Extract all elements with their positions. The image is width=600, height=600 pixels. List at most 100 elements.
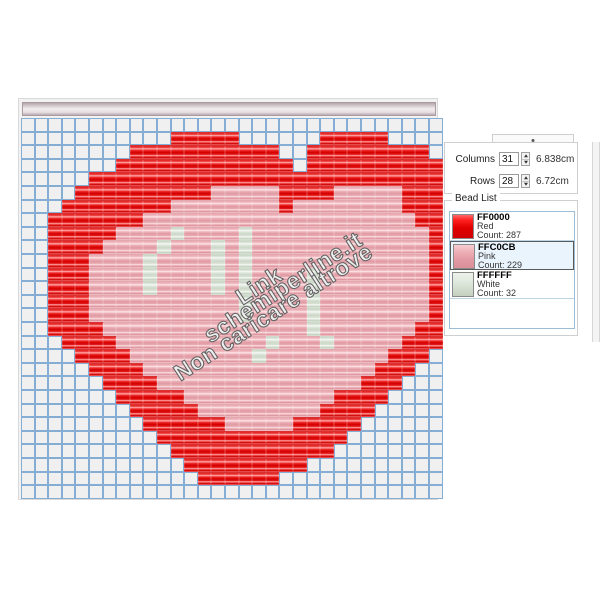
grid-cell-red[interactable] bbox=[225, 430, 239, 445]
grid-cell-empty[interactable] bbox=[225, 118, 239, 132]
grid-cell-red[interactable] bbox=[61, 281, 76, 295]
grid-cell-empty[interactable] bbox=[320, 471, 334, 486]
grid-cell-empty[interactable] bbox=[21, 131, 35, 146]
grid-cell-pink[interactable] bbox=[184, 199, 198, 214]
grid-cell-pink[interactable] bbox=[211, 186, 225, 200]
grid-cell-empty[interactable] bbox=[361, 444, 375, 458]
grid-cell-pink[interactable] bbox=[374, 186, 389, 200]
grid-cell-red[interactable] bbox=[157, 199, 171, 214]
grid-cell-white[interactable] bbox=[211, 254, 225, 268]
grid-cell-pink[interactable] bbox=[238, 362, 253, 377]
grid-cell-pink[interactable] bbox=[225, 376, 239, 390]
grid-cell-white[interactable] bbox=[211, 267, 225, 282]
grid-cell-red[interactable] bbox=[374, 158, 389, 173]
grid-cell-red[interactable] bbox=[48, 254, 62, 268]
grid-cell-pink[interactable] bbox=[143, 226, 157, 241]
grid-cell-pink[interactable] bbox=[347, 199, 361, 214]
grid-cell-red[interactable] bbox=[75, 335, 89, 350]
grid-cell-empty[interactable] bbox=[102, 444, 117, 458]
grid-cell-empty[interactable] bbox=[61, 403, 76, 418]
grid-cell-pink[interactable] bbox=[89, 267, 103, 282]
grid-cell-pink[interactable] bbox=[252, 267, 266, 282]
grid-cell-empty[interactable] bbox=[129, 430, 144, 445]
grid-cell-pink[interactable] bbox=[265, 322, 280, 336]
grid-cell-pink[interactable] bbox=[129, 240, 144, 254]
grid-cell-red[interactable] bbox=[401, 158, 416, 173]
grid-cell-empty[interactable] bbox=[34, 240, 49, 254]
grid-cell-empty[interactable] bbox=[279, 485, 293, 499]
grid-cell-empty[interactable] bbox=[225, 485, 239, 499]
grid-cell-empty[interactable] bbox=[238, 118, 253, 132]
grid-cell-empty[interactable] bbox=[347, 118, 361, 132]
grid-cell-pink[interactable] bbox=[157, 254, 171, 268]
grid-cell-empty[interactable] bbox=[21, 322, 35, 336]
grid-cell-pink[interactable] bbox=[333, 267, 348, 282]
grid-cell-empty[interactable] bbox=[401, 458, 416, 472]
grid-cell-red[interactable] bbox=[265, 158, 280, 173]
grid-cell-empty[interactable] bbox=[129, 485, 144, 499]
grid-cell-red[interactable] bbox=[197, 458, 212, 472]
grid-cell-pink[interactable] bbox=[293, 240, 307, 254]
grid-cell-red[interactable] bbox=[102, 199, 117, 214]
grid-cell-empty[interactable] bbox=[116, 485, 130, 499]
grid-cell-empty[interactable] bbox=[388, 458, 402, 472]
grid-cell-pink[interactable] bbox=[252, 403, 266, 418]
grid-cell-red[interactable] bbox=[320, 417, 334, 431]
grid-cell-empty[interactable] bbox=[238, 485, 253, 499]
grid-cell-red[interactable] bbox=[401, 335, 416, 350]
grid-cell-red[interactable] bbox=[279, 186, 293, 200]
grid-cell-empty[interactable] bbox=[34, 145, 49, 159]
grid-cell-red[interactable] bbox=[48, 213, 62, 227]
grid-cell-pink[interactable] bbox=[333, 376, 348, 390]
grid-cell-pink[interactable] bbox=[401, 226, 416, 241]
grid-cell-red[interactable] bbox=[157, 417, 171, 431]
grid-cell-pink[interactable] bbox=[184, 226, 198, 241]
grid-cell-empty[interactable] bbox=[401, 390, 416, 404]
grid-cell-red[interactable] bbox=[143, 376, 157, 390]
grid-cell-empty[interactable] bbox=[34, 485, 49, 499]
grid-cell-red[interactable] bbox=[415, 158, 429, 173]
grid-cell-pink[interactable] bbox=[347, 322, 361, 336]
grid-cell-empty[interactable] bbox=[61, 158, 76, 173]
grid-cell-empty[interactable] bbox=[48, 403, 62, 418]
grid-cell-pink[interactable] bbox=[279, 362, 293, 377]
grid-cell-empty[interactable] bbox=[347, 471, 361, 486]
grid-cell-empty[interactable] bbox=[401, 485, 416, 499]
grid-cell-red[interactable] bbox=[225, 458, 239, 472]
grid-cell-red[interactable] bbox=[347, 390, 361, 404]
grid-cell-empty[interactable] bbox=[401, 376, 416, 390]
grid-cell-pink[interactable] bbox=[225, 267, 239, 282]
grid-cell-empty[interactable] bbox=[415, 444, 429, 458]
grid-cell-red[interactable] bbox=[129, 172, 144, 186]
grid-cell-empty[interactable] bbox=[75, 145, 89, 159]
grid-cell-white[interactable] bbox=[265, 335, 280, 350]
grid-cell-empty[interactable] bbox=[75, 430, 89, 445]
grid-cell-pink[interactable] bbox=[333, 254, 348, 268]
grid-cell-pink[interactable] bbox=[116, 308, 130, 322]
grid-cell-pink[interactable] bbox=[225, 240, 239, 254]
grid-cell-empty[interactable] bbox=[415, 403, 429, 418]
grid-cell-red[interactable] bbox=[157, 186, 171, 200]
grid-cell-red[interactable] bbox=[102, 213, 117, 227]
grid-cell-empty[interactable] bbox=[75, 118, 89, 132]
grid-cell-pink[interactable] bbox=[225, 349, 239, 363]
grid-cell-red[interactable] bbox=[320, 145, 334, 159]
grid-cell-empty[interactable] bbox=[34, 362, 49, 377]
grid-cell-pink[interactable] bbox=[197, 403, 212, 418]
grid-cell-pink[interactable] bbox=[347, 267, 361, 282]
grid-cell-red[interactable] bbox=[306, 145, 321, 159]
grid-cell-empty[interactable] bbox=[21, 335, 35, 350]
grid-cell-red[interactable] bbox=[401, 172, 416, 186]
grid-cell-empty[interactable] bbox=[48, 199, 62, 214]
grid-cell-empty[interactable] bbox=[102, 471, 117, 486]
grid-cell-empty[interactable] bbox=[306, 485, 321, 499]
grid-cell-red[interactable] bbox=[75, 308, 89, 322]
grid-cell-empty[interactable] bbox=[347, 444, 361, 458]
grid-cell-empty[interactable] bbox=[170, 471, 185, 486]
grid-cell-red[interactable] bbox=[333, 430, 348, 445]
grid-cell-pink[interactable] bbox=[211, 322, 225, 336]
grid-cell-red[interactable] bbox=[347, 158, 361, 173]
grid-cell-red[interactable] bbox=[129, 362, 144, 377]
grid-cell-pink[interactable] bbox=[252, 186, 266, 200]
grid-cell-pink[interactable] bbox=[388, 267, 402, 282]
